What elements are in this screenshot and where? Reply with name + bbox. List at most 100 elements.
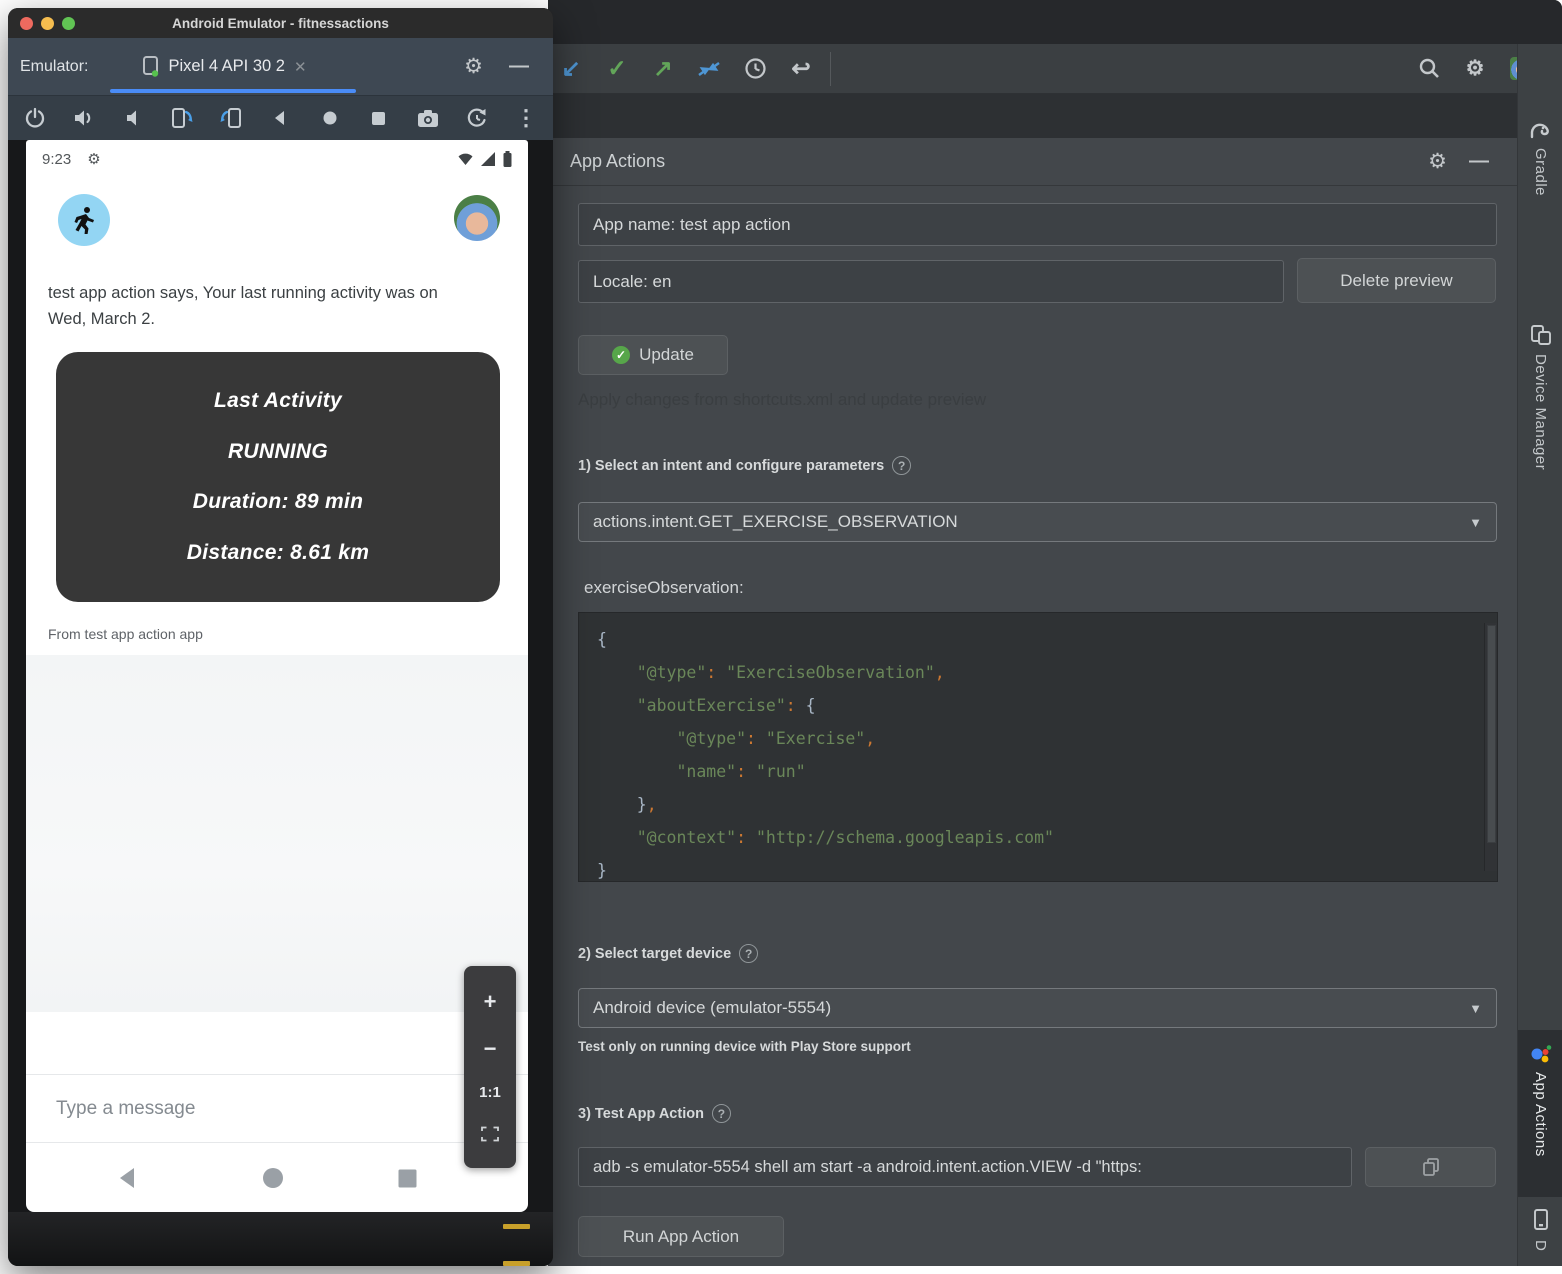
step3-label: 3) Test App Action ?: [578, 1104, 731, 1123]
app-runner-icon: [58, 194, 110, 246]
delete-preview-button[interactable]: Delete preview: [1297, 258, 1496, 303]
rotate-right-icon[interactable]: [214, 101, 248, 135]
app-actions-tab-label: App Actions: [1532, 1072, 1549, 1157]
intent-parameters-code-editor[interactable]: { "@type": "ExerciseObservation", "about…: [578, 612, 1498, 882]
back-icon[interactable]: [263, 101, 297, 135]
avd-phone-icon: [142, 56, 159, 77]
nav-recents-icon[interactable]: [398, 1169, 417, 1188]
update-check-icon: ✓: [612, 346, 630, 364]
device-dropdown-value: Android device (emulator-5554): [593, 998, 831, 1018]
card-activity: RUNNING: [228, 440, 328, 464]
emulator-window-footer: [8, 1212, 553, 1266]
step1-label: 1) Select an intent and configure parame…: [578, 456, 911, 475]
assistant-icon: [1529, 1044, 1553, 1064]
editor-background-strip: [548, 94, 1517, 138]
gradle-icon: [1529, 120, 1553, 140]
battery-icon: [503, 151, 512, 167]
emulator-zoom-panel: + − 1:1: [464, 966, 516, 1168]
ide-settings-icon[interactable]: ⚙: [1452, 49, 1498, 89]
overview-icon[interactable]: [362, 101, 396, 135]
undo-icon[interactable]: ↩: [778, 49, 824, 89]
panel-minimize-icon[interactable]: —: [1469, 150, 1489, 173]
card-title: Last Activity: [214, 389, 342, 413]
app-actions-panel: App Actions ⚙ — App name: test app actio…: [548, 138, 1517, 1266]
mac-minimize-button[interactable]: [41, 17, 54, 30]
copy-icon: [1422, 1157, 1440, 1177]
rotate-left-icon[interactable]: [165, 101, 199, 135]
zoom-fit-icon[interactable]: [480, 1125, 500, 1143]
card-duration: Duration: 89 min: [193, 490, 363, 514]
tool-window-strip: Gradle Device Manager App Actions D: [1517, 44, 1562, 1266]
avd-tab[interactable]: Pixel 4 API 30 2 ✕: [142, 38, 306, 95]
nav-back-icon[interactable]: [118, 1167, 138, 1189]
step3-text: 3) Test App Action: [578, 1106, 704, 1122]
step2-help-icon[interactable]: ?: [739, 944, 758, 963]
home-icon[interactable]: [313, 101, 347, 135]
vcs-push-icon[interactable]: ↗: [640, 49, 686, 89]
avd-tab-title: Pixel 4 API 30 2: [168, 57, 285, 76]
partial-tab-label: D: [1532, 1240, 1549, 1251]
mac-close-button[interactable]: [20, 17, 33, 30]
assistant-chat-message: test app action says, Your last running …: [48, 280, 468, 332]
nav-home-icon[interactable]: [262, 1167, 284, 1189]
update-hint-text: Apply changes from shortcuts.xml and upd…: [578, 390, 986, 410]
message-input[interactable]: Type a message: [26, 1074, 528, 1143]
phone-statusbar: 9:23 ⚙: [26, 140, 528, 178]
card-source-note: From test app action app: [48, 626, 203, 642]
volume-down-icon[interactable]: [116, 101, 150, 135]
app-actions-panel-header: App Actions ⚙ —: [548, 138, 1517, 186]
emulator-tab-row: Emulator: Pixel 4 API 30 2 ✕ ⚙ —: [8, 38, 553, 95]
copy-command-button[interactable]: [1365, 1147, 1496, 1187]
screenshot-camera-icon[interactable]: [411, 101, 445, 135]
local-history-icon[interactable]: [732, 49, 778, 89]
tool-strip-partial-tab[interactable]: D: [1518, 1208, 1562, 1268]
zoom-reset-icon[interactable]: 1:1: [479, 1085, 501, 1100]
panel-settings-icon[interactable]: ⚙: [1428, 149, 1447, 174]
step3-help-icon[interactable]: ?: [712, 1104, 731, 1123]
code-scrollbar[interactable]: [1484, 623, 1497, 871]
step1-help-icon[interactable]: ?: [892, 456, 911, 475]
intent-dropdown-value: actions.intent.GET_EXERCISE_OBSERVATION: [593, 512, 958, 532]
wifi-icon: [457, 152, 474, 166]
android-emulator-window: Android Emulator - fitnessactions Emulat…: [8, 8, 553, 1266]
avd-tab-close-icon[interactable]: ✕: [294, 58, 307, 76]
adb-command-field[interactable]: adb -s emulator-5554 shell am start -a a…: [578, 1147, 1352, 1187]
vcs-commit-icon[interactable]: ✓: [594, 49, 640, 89]
phone-screen: 9:23 ⚙ test app action says, Your last r…: [26, 140, 528, 1212]
device-note: Test only on running device with Play St…: [578, 1039, 911, 1054]
run-app-action-button[interactable]: Run App Action: [578, 1216, 784, 1257]
emulator-window-title: Android Emulator - fitnessactions: [172, 16, 389, 31]
locale-field[interactable]: Locale: en: [578, 260, 1284, 303]
search-everywhere-icon[interactable]: [1406, 49, 1452, 89]
vcs-update-icon[interactable]: ↙: [548, 49, 594, 89]
step1-text: 1) Select an intent and configure parame…: [578, 458, 884, 474]
power-icon[interactable]: [18, 101, 52, 135]
studio-titlebar: [548, 0, 1562, 44]
emulator-minimize-icon[interactable]: —: [509, 55, 529, 78]
snapshots-icon[interactable]: [460, 101, 494, 135]
emulator-controls-toolbar: ⋮: [8, 95, 553, 140]
vcs-merge-icon[interactable]: [686, 49, 732, 89]
intent-dropdown[interactable]: actions.intent.GET_EXERCISE_OBSERVATION …: [578, 502, 1497, 542]
volume-up-icon[interactable]: [67, 101, 101, 135]
app-name-field[interactable]: App name: test app action: [578, 203, 1497, 246]
target-device-dropdown[interactable]: Android device (emulator-5554) ▼: [578, 988, 1497, 1028]
emulator-settings-icon[interactable]: ⚙: [464, 54, 483, 79]
tool-strip-gradle[interactable]: Gradle: [1518, 120, 1562, 310]
gold-marker-bottom: [503, 1261, 530, 1266]
card-distance: Distance: 8.61 km: [187, 541, 370, 565]
gold-marker-top: [503, 1224, 530, 1229]
tool-strip-app-actions-selected[interactable]: App Actions: [1518, 1030, 1562, 1197]
status-time: 9:23: [42, 151, 71, 168]
step2-text: 2) Select target device: [578, 946, 731, 962]
update-button[interactable]: ✓ Update: [578, 335, 728, 375]
tool-strip-device-manager[interactable]: Device Manager: [1518, 324, 1562, 534]
studio-main-toolbar: ↙ ✓ ↗ ↩ ⚙: [548, 44, 1562, 94]
more-options-icon[interactable]: ⋮: [509, 101, 543, 135]
zoom-in-icon[interactable]: +: [484, 991, 497, 1013]
zoom-out-icon[interactable]: −: [484, 1038, 497, 1060]
param-label: exerciseObservation:: [584, 578, 744, 598]
status-gear-icon: ⚙: [87, 150, 100, 168]
mac-zoom-button[interactable]: [62, 17, 75, 30]
message-placeholder: Type a message: [56, 1098, 195, 1120]
